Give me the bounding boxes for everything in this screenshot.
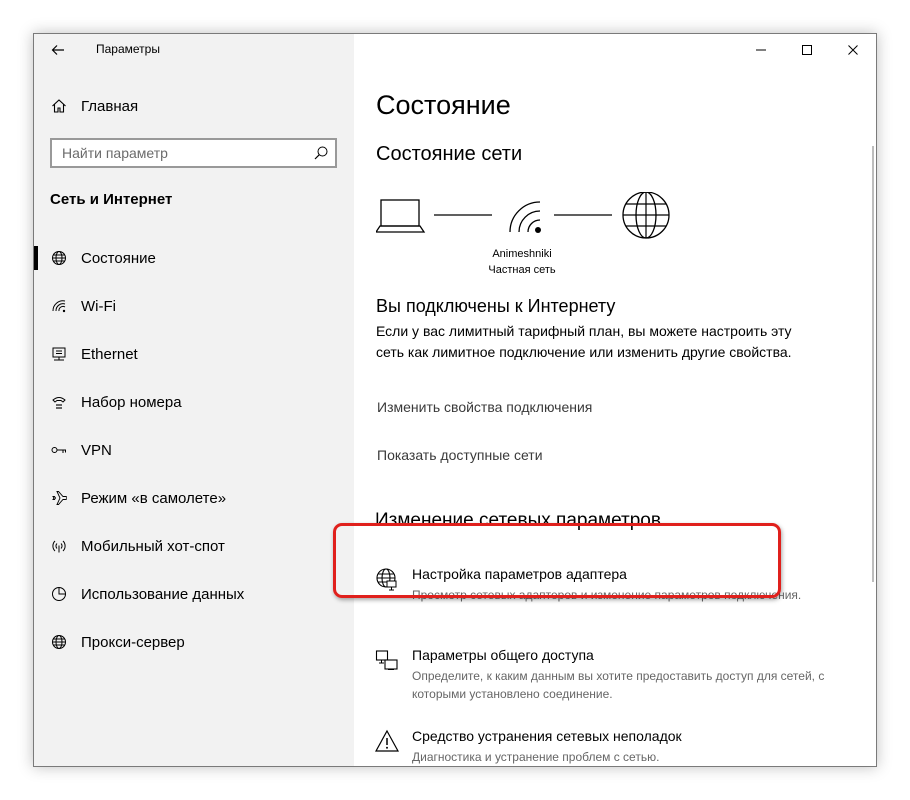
wifi-icon xyxy=(509,201,541,233)
troubleshooter-title: Средство устранения сетевых неполадок xyxy=(412,728,682,744)
sidebar-item-hotspot[interactable]: Мобильный хот-спот xyxy=(34,526,354,566)
sidebar-item-data-usage[interactable]: Использование данных xyxy=(34,574,354,614)
sidebar-item-label: Набор номера xyxy=(81,393,182,411)
search-input[interactable] xyxy=(62,144,302,162)
main-content: Состояние Состояние сети Animeshniki Час… xyxy=(354,34,876,766)
network-info: Animeshniki Частная сеть xyxy=(472,246,572,278)
home-icon xyxy=(50,97,68,115)
minimize-button[interactable] xyxy=(738,34,784,66)
connected-description: Если у вас лимитный тарифный план, вы мо… xyxy=(376,323,792,360)
adapter-settings-description: Просмотр сетевых адаптеров и изменение п… xyxy=(412,588,802,602)
sidebar: Параметры Главная Сеть и Интернет xyxy=(34,34,354,766)
search-field[interactable] xyxy=(50,138,337,168)
change-settings-heading: Изменение сетевых параметров xyxy=(375,510,661,531)
maximize-icon xyxy=(802,45,812,55)
back-arrow-icon xyxy=(51,45,64,55)
sharing-icon xyxy=(374,647,400,673)
sidebar-section-label: Сеть и Интернет xyxy=(50,191,173,208)
sidebar-item-proxy[interactable]: Прокси-сервер xyxy=(34,622,354,662)
sidebar-item-vpn[interactable]: VPN xyxy=(34,430,354,470)
globe-icon xyxy=(50,249,68,267)
search-icon[interactable] xyxy=(313,145,329,161)
network-type: Частная сеть xyxy=(488,264,556,276)
back-button[interactable] xyxy=(46,38,70,62)
sidebar-item-ethernet[interactable]: Ethernet xyxy=(34,334,354,374)
sidebar-item-label: Мобильный хот-спот xyxy=(81,537,225,555)
adapter-settings-item[interactable]: Настройка параметров адаптера Просмотр с… xyxy=(374,566,834,616)
sidebar-item-label: VPN xyxy=(81,441,112,459)
page-title: Состояние xyxy=(376,90,511,120)
show-available-networks-link[interactable]: Показать доступные сети xyxy=(377,447,543,463)
troubleshooter-item[interactable]: Средство устранения сетевых неполадок Ди… xyxy=(374,728,834,766)
globe-icon xyxy=(50,633,68,651)
maximize-button[interactable] xyxy=(784,34,830,66)
vpn-icon xyxy=(50,441,68,459)
network-status-heading: Состояние сети xyxy=(376,143,523,165)
laptop-icon xyxy=(376,199,426,233)
troubleshooter-description: Диагностика и устранение проблем с сетью… xyxy=(412,750,660,764)
sidebar-item-dialup[interactable]: Набор номера xyxy=(34,382,354,422)
sidebar-item-label: Wi-Fi xyxy=(81,297,116,315)
scrollbar[interactable] xyxy=(872,146,874,582)
connected-title: Вы подключены к Интернету xyxy=(376,296,616,316)
globe-icon xyxy=(622,192,670,239)
data-usage-icon xyxy=(50,585,68,603)
ethernet-icon xyxy=(50,345,68,363)
sidebar-home-label: Главная xyxy=(81,97,139,115)
warning-icon xyxy=(374,728,400,754)
app-title: Параметры xyxy=(96,42,160,56)
sidebar-item-label: Прокси-сервер xyxy=(81,633,185,651)
settings-window: Параметры Главная Сеть и Интернет xyxy=(33,33,877,767)
sidebar-item-home[interactable]: Главная xyxy=(34,86,354,126)
change-connection-properties-link[interactable]: Изменить свойства подключения xyxy=(377,399,592,415)
sidebar-item-label: Ethernet xyxy=(81,345,138,363)
network-name: Animeshniki xyxy=(492,248,552,260)
dialup-icon xyxy=(50,393,68,411)
wifi-icon xyxy=(50,297,68,315)
airplane-icon xyxy=(50,489,68,507)
sidebar-item-status[interactable]: Состояние xyxy=(34,238,354,278)
sidebar-item-label: Использование данных xyxy=(81,585,245,603)
adapter-settings-title: Настройка параметров адаптера xyxy=(412,566,627,582)
sidebar-item-airplane[interactable]: Режим «в самолете» xyxy=(34,478,354,518)
hotspot-icon xyxy=(50,537,68,555)
minimize-icon xyxy=(756,49,766,51)
sidebar-item-label: Режим «в самолете» xyxy=(81,489,227,507)
sharing-settings-description: Определите, к каким данным вы хотите пре… xyxy=(412,669,825,701)
close-button[interactable] xyxy=(830,34,876,66)
sharing-settings-item[interactable]: Параметры общего доступа Определите, к к… xyxy=(374,647,834,701)
sharing-settings-title: Параметры общего доступа xyxy=(412,647,594,663)
sidebar-item-label: Состояние xyxy=(81,249,156,267)
adapter-icon xyxy=(374,566,400,592)
close-icon xyxy=(848,45,858,55)
sidebar-item-wifi[interactable]: Wi-Fi xyxy=(34,286,354,326)
